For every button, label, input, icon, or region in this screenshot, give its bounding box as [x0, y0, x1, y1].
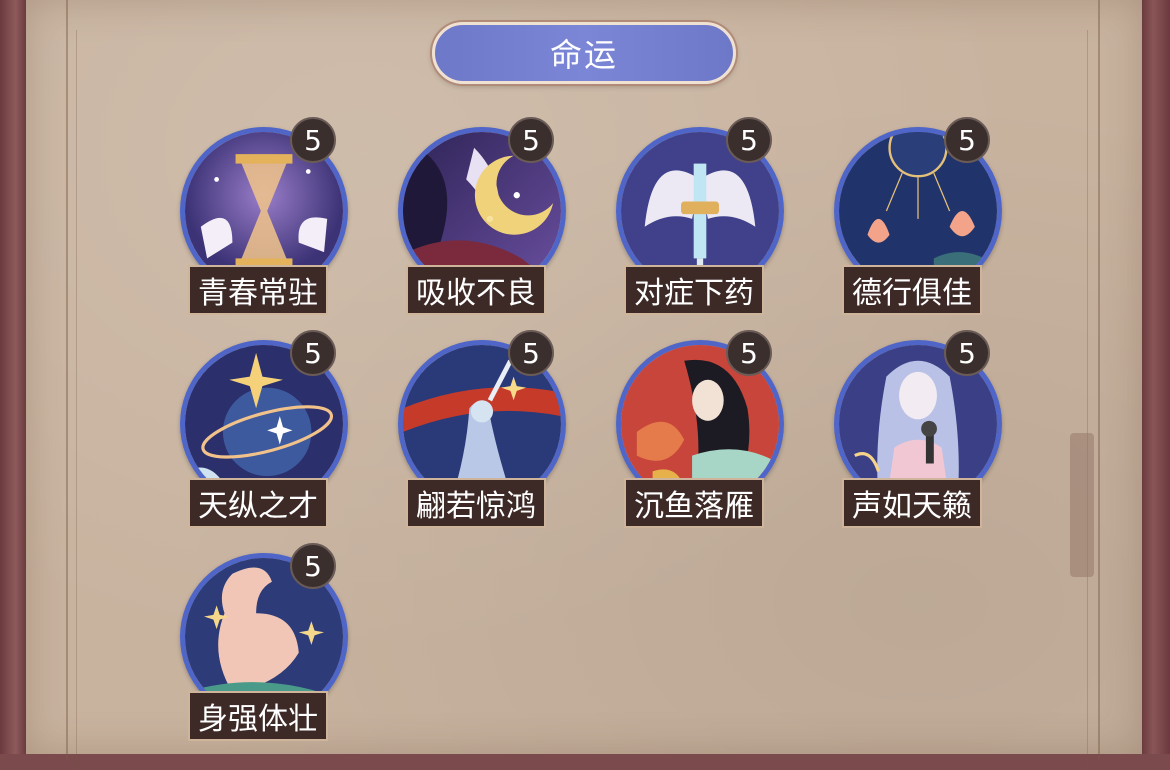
right-border-strip	[1142, 0, 1170, 754]
card-label: 对症下药	[624, 265, 764, 315]
talent-card[interactable]: 5 身强体壮	[180, 543, 355, 753]
card-label: 吸收不良	[406, 265, 546, 315]
level-badge: 5	[726, 330, 772, 376]
level-badge: 5	[508, 117, 554, 163]
talent-card[interactable]: 5 翩若惊鸿	[398, 330, 573, 540]
talent-card[interactable]: 5 德行俱佳	[834, 117, 1009, 327]
card-label: 翩若惊鸿	[406, 478, 546, 528]
level-badge: 5	[508, 330, 554, 376]
card-label: 天纵之才	[188, 478, 328, 528]
talent-card[interactable]: 5 沉鱼落雁	[616, 330, 791, 540]
talent-card[interactable]: 5 天纵之才	[180, 330, 355, 540]
scrollbar-thumb[interactable]	[1070, 433, 1094, 577]
talent-card[interactable]: 5 声如天籁	[834, 330, 1009, 540]
level-badge: 5	[290, 330, 336, 376]
level-badge: 5	[726, 117, 772, 163]
card-label: 德行俱佳	[842, 265, 982, 315]
page-title: 命运	[432, 22, 736, 84]
talent-card[interactable]: 5 吸收不良	[398, 117, 573, 327]
card-label: 身强体壮	[188, 691, 328, 741]
level-badge: 5	[944, 117, 990, 163]
level-badge: 5	[290, 543, 336, 589]
talent-card[interactable]: 5 对症下药	[616, 117, 791, 327]
left-border-strip	[0, 0, 26, 754]
card-label: 青春常驻	[188, 265, 328, 315]
card-label: 沉鱼落雁	[624, 478, 764, 528]
card-label: 声如天籁	[842, 478, 982, 528]
talent-card[interactable]: 5 青春常驻	[180, 117, 355, 327]
level-badge: 5	[290, 117, 336, 163]
level-badge: 5	[944, 330, 990, 376]
